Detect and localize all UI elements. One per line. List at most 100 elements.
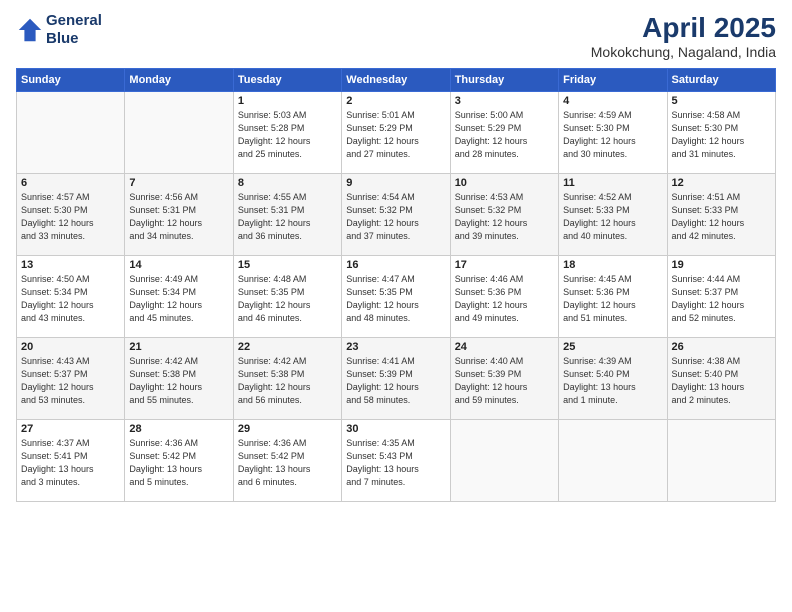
calendar-cell: 8 Sunrise: 4:55 AM Sunset: 5:31 PM Daylig…: [233, 174, 341, 256]
day-info: Sunrise: 4:41 AM Sunset: 5:39 PM Dayligh…: [346, 355, 445, 407]
day-number: 7: [129, 177, 228, 189]
day-info: Sunrise: 5:00 AM Sunset: 5:29 PM Dayligh…: [455, 109, 554, 161]
day-number: 22: [238, 341, 337, 353]
day-number: 3: [455, 95, 554, 107]
calendar-cell: 17 Sunrise: 4:46 AM Sunset: 5:36 PM Dayli…: [450, 256, 558, 338]
column-header-sunday: Sunday: [17, 69, 125, 92]
calendar-week-row: 20Sunrise: 4:43 AM Sunset: 5:37 PM Dayli…: [17, 338, 776, 420]
calendar-cell: 18 Sunrise: 4:45 AM Sunset: 5:36 PM Dayli…: [559, 256, 667, 338]
day-number: 8: [238, 177, 337, 189]
day-number: 15: [238, 259, 337, 271]
calendar-cell: 21 Sunrise: 4:42 AM Sunset: 5:38 PM Dayli…: [125, 338, 233, 420]
calendar-week-row: 13Sunrise: 4:50 AM Sunset: 5:34 PM Dayli…: [17, 256, 776, 338]
calendar-cell: 4 Sunrise: 4:59 AM Sunset: 5:30 PM Daylig…: [559, 92, 667, 174]
day-number: 16: [346, 259, 445, 271]
day-info: Sunrise: 4:37 AM Sunset: 5:41 PM Dayligh…: [21, 437, 120, 489]
day-info: Sunrise: 4:57 AM Sunset: 5:30 PM Dayligh…: [21, 191, 120, 243]
day-number: 6: [21, 177, 120, 189]
day-info: Sunrise: 4:39 AM Sunset: 5:40 PM Dayligh…: [563, 355, 662, 407]
day-number: 25: [563, 341, 662, 353]
calendar-cell: 24Sunrise: 4:40 AM Sunset: 5:39 PM Dayli…: [450, 338, 558, 420]
header: General Blue April 2025 Mokokchung, Naga…: [16, 12, 776, 60]
calendar-cell: 28Sunrise: 4:36 AM Sunset: 5:42 PM Dayli…: [125, 420, 233, 502]
column-header-tuesday: Tuesday: [233, 69, 341, 92]
day-info: Sunrise: 4:56 AM Sunset: 5:31 PM Dayligh…: [129, 191, 228, 243]
day-number: 10: [455, 177, 554, 189]
logo-text: General Blue: [46, 12, 102, 48]
day-number: 1: [238, 95, 337, 107]
day-info: Sunrise: 5:01 AM Sunset: 5:29 PM Dayligh…: [346, 109, 445, 161]
day-number: 26: [672, 341, 771, 353]
calendar-cell: 25 Sunrise: 4:39 AM Sunset: 5:40 PM Dayli…: [559, 338, 667, 420]
day-info: Sunrise: 4:43 AM Sunset: 5:37 PM Dayligh…: [21, 355, 120, 407]
calendar-cell: 15 Sunrise: 4:48 AM Sunset: 5:35 PM Dayli…: [233, 256, 341, 338]
day-info: Sunrise: 4:36 AM Sunset: 5:42 PM Dayligh…: [238, 437, 337, 489]
calendar-cell: [559, 420, 667, 502]
calendar-cell: 9 Sunrise: 4:54 AM Sunset: 5:32 PM Daylig…: [342, 174, 450, 256]
day-number: 19: [672, 259, 771, 271]
day-number: 30: [346, 423, 445, 435]
logo-icon: [16, 16, 44, 44]
day-info: Sunrise: 4:54 AM Sunset: 5:32 PM Dayligh…: [346, 191, 445, 243]
month-title: April 2025: [591, 12, 776, 44]
location-title: Mokokchung, Nagaland, India: [591, 44, 776, 60]
day-info: Sunrise: 4:48 AM Sunset: 5:35 PM Dayligh…: [238, 273, 337, 325]
column-header-monday: Monday: [125, 69, 233, 92]
calendar-cell: [125, 92, 233, 174]
calendar-cell: 30 Sunrise: 4:35 AM Sunset: 5:43 PM Dayli…: [342, 420, 450, 502]
day-info: Sunrise: 4:52 AM Sunset: 5:33 PM Dayligh…: [563, 191, 662, 243]
day-info: Sunrise: 4:53 AM Sunset: 5:32 PM Dayligh…: [455, 191, 554, 243]
column-header-wednesday: Wednesday: [342, 69, 450, 92]
day-info: Sunrise: 4:55 AM Sunset: 5:31 PM Dayligh…: [238, 191, 337, 243]
day-info: Sunrise: 4:49 AM Sunset: 5:34 PM Dayligh…: [129, 273, 228, 325]
day-number: 4: [563, 95, 662, 107]
calendar-week-row: 6 Sunrise: 4:57 AM Sunset: 5:30 PM Daylig…: [17, 174, 776, 256]
day-number: 11: [563, 177, 662, 189]
day-number: 18: [563, 259, 662, 271]
calendar-cell: 27Sunrise: 4:37 AM Sunset: 5:41 PM Dayli…: [17, 420, 125, 502]
calendar-cell: 11 Sunrise: 4:52 AM Sunset: 5:33 PM Dayli…: [559, 174, 667, 256]
day-info: Sunrise: 4:46 AM Sunset: 5:36 PM Dayligh…: [455, 273, 554, 325]
calendar-cell: 12 Sunrise: 4:51 AM Sunset: 5:33 PM Dayli…: [667, 174, 775, 256]
calendar-cell: 6 Sunrise: 4:57 AM Sunset: 5:30 PM Daylig…: [17, 174, 125, 256]
calendar-table: SundayMondayTuesdayWednesdayThursdayFrid…: [16, 68, 776, 502]
day-info: Sunrise: 4:45 AM Sunset: 5:36 PM Dayligh…: [563, 273, 662, 325]
column-header-thursday: Thursday: [450, 69, 558, 92]
day-number: 21: [129, 341, 228, 353]
calendar-cell: [17, 92, 125, 174]
day-info: Sunrise: 4:47 AM Sunset: 5:35 PM Dayligh…: [346, 273, 445, 325]
day-number: 28: [129, 423, 228, 435]
day-number: 5: [672, 95, 771, 107]
column-header-saturday: Saturday: [667, 69, 775, 92]
day-number: 14: [129, 259, 228, 271]
calendar-cell: 23Sunrise: 4:41 AM Sunset: 5:39 PM Dayli…: [342, 338, 450, 420]
day-number: 12: [672, 177, 771, 189]
day-number: 2: [346, 95, 445, 107]
day-number: 29: [238, 423, 337, 435]
day-info: Sunrise: 4:44 AM Sunset: 5:37 PM Dayligh…: [672, 273, 771, 325]
calendar-week-row: 1 Sunrise: 5:03 AM Sunset: 5:28 PM Daylig…: [17, 92, 776, 174]
calendar-cell: [667, 420, 775, 502]
column-header-friday: Friday: [559, 69, 667, 92]
calendar-cell: 26 Sunrise: 4:38 AM Sunset: 5:40 PM Dayli…: [667, 338, 775, 420]
calendar-cell: 20Sunrise: 4:43 AM Sunset: 5:37 PM Dayli…: [17, 338, 125, 420]
day-info: Sunrise: 4:58 AM Sunset: 5:30 PM Dayligh…: [672, 109, 771, 161]
day-number: 24: [455, 341, 554, 353]
day-info: Sunrise: 4:35 AM Sunset: 5:43 PM Dayligh…: [346, 437, 445, 489]
calendar-week-row: 27Sunrise: 4:37 AM Sunset: 5:41 PM Dayli…: [17, 420, 776, 502]
day-info: Sunrise: 4:42 AM Sunset: 5:38 PM Dayligh…: [238, 355, 337, 407]
day-info: Sunrise: 5:03 AM Sunset: 5:28 PM Dayligh…: [238, 109, 337, 161]
day-number: 13: [21, 259, 120, 271]
day-number: 9: [346, 177, 445, 189]
day-number: 17: [455, 259, 554, 271]
calendar-cell: 19 Sunrise: 4:44 AM Sunset: 5:37 PM Dayli…: [667, 256, 775, 338]
calendar-header-row: SundayMondayTuesdayWednesdayThursdayFrid…: [17, 69, 776, 92]
page: General Blue April 2025 Mokokchung, Naga…: [0, 0, 792, 612]
calendar-cell: 16 Sunrise: 4:47 AM Sunset: 5:35 PM Dayli…: [342, 256, 450, 338]
day-info: Sunrise: 4:42 AM Sunset: 5:38 PM Dayligh…: [129, 355, 228, 407]
calendar-cell: 2 Sunrise: 5:01 AM Sunset: 5:29 PM Daylig…: [342, 92, 450, 174]
day-info: Sunrise: 4:51 AM Sunset: 5:33 PM Dayligh…: [672, 191, 771, 243]
day-info: Sunrise: 4:38 AM Sunset: 5:40 PM Dayligh…: [672, 355, 771, 407]
day-info: Sunrise: 4:59 AM Sunset: 5:30 PM Dayligh…: [563, 109, 662, 161]
calendar-cell: 10 Sunrise: 4:53 AM Sunset: 5:32 PM Dayli…: [450, 174, 558, 256]
